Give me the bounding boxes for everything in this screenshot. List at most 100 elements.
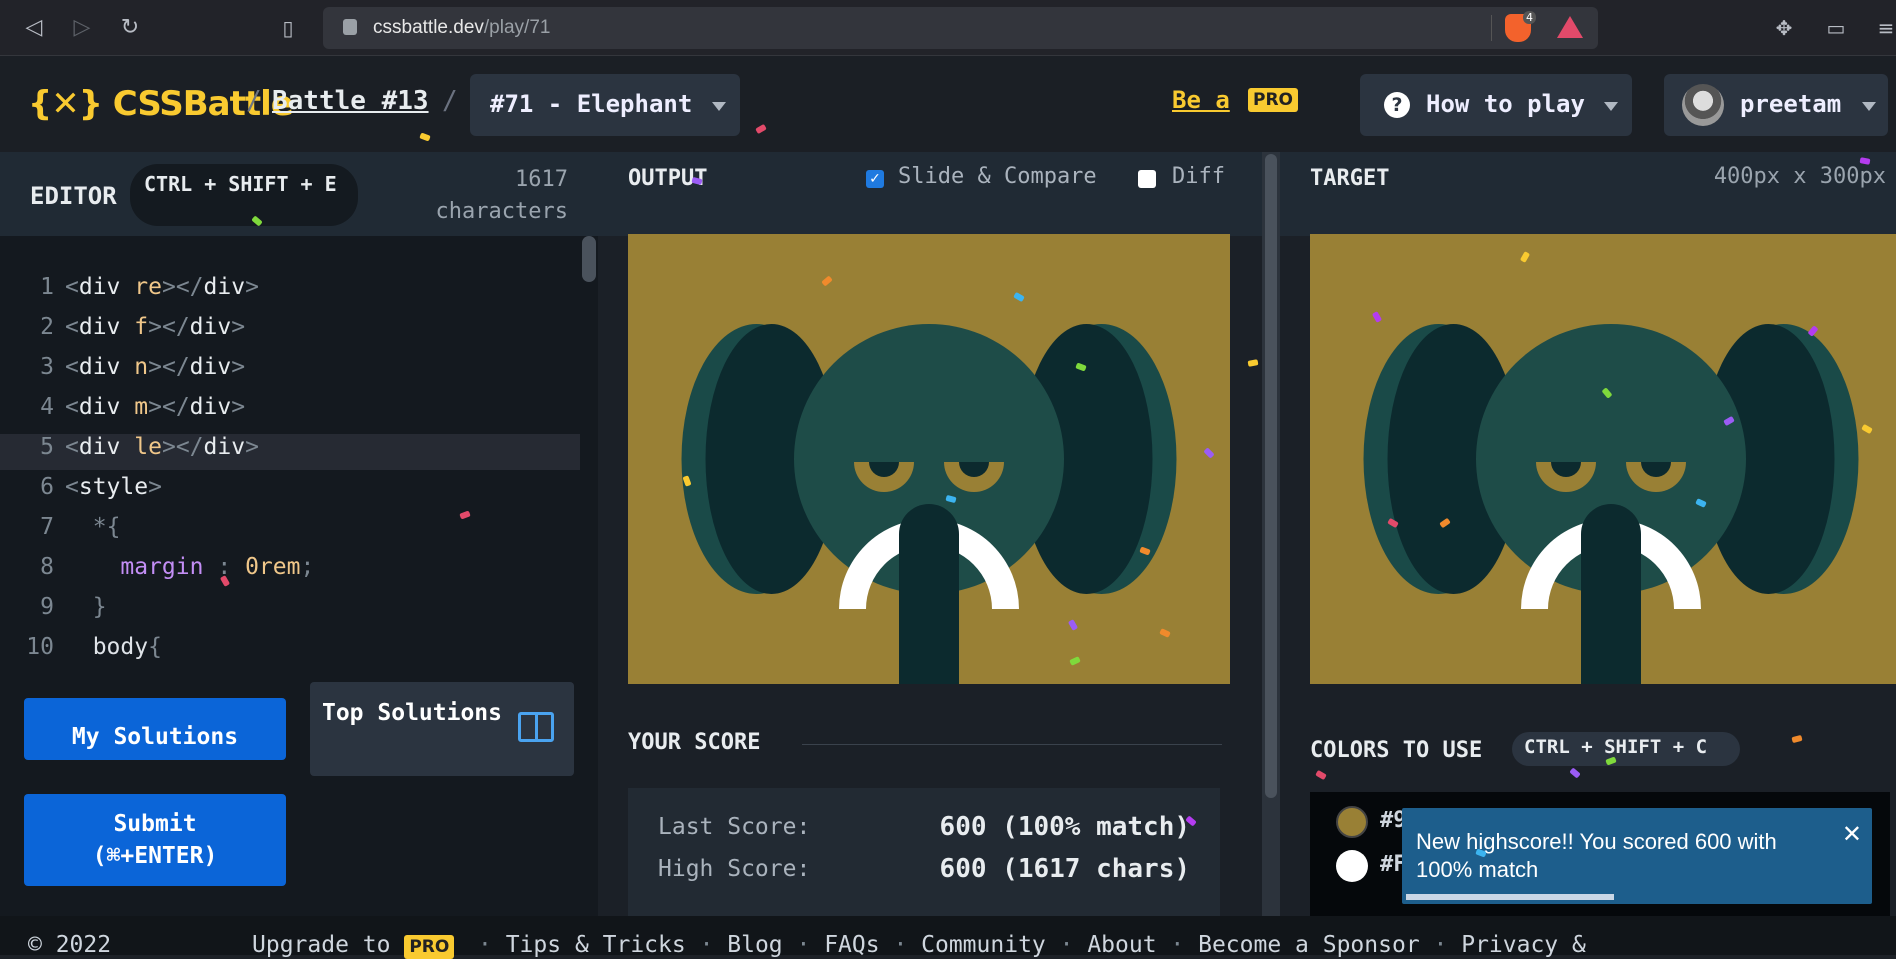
breadcrumb-separator: / [246, 86, 262, 116]
editor-scrollbar[interactable] [582, 236, 596, 282]
username: preetam [1740, 90, 1842, 118]
color-swatch[interactable] [1336, 850, 1368, 882]
line-number: 7 [40, 514, 54, 540]
breadcrumb-separator: / [442, 86, 458, 116]
line-number: 4 [40, 394, 54, 420]
line-number: 9 [40, 594, 54, 620]
slide-compare-checkbox[interactable]: ✓ [866, 170, 884, 188]
line-number: 6 [40, 474, 54, 500]
footer-link[interactable]: About [1087, 932, 1156, 958]
line-number: 1 [40, 274, 54, 300]
line-number: 5 [40, 434, 54, 460]
highscore-toast: New highscore!! You scored 600 with 100%… [1402, 808, 1872, 904]
code-line[interactable]: 10 body{ [0, 634, 580, 670]
editor-shortcut: CTRL + SHIFT + E [144, 172, 337, 196]
score-box: Last Score: 600 (100% match) High Score:… [628, 788, 1220, 928]
footer-separator: · [685, 932, 728, 958]
code-text: <style> [65, 474, 162, 500]
high-score-label: High Score: [658, 856, 811, 882]
elephant-target [1363, 324, 1859, 684]
extensions-icon[interactable]: ✥ [1768, 12, 1800, 44]
how-to-play-button[interactable]: ? How to play [1360, 74, 1632, 136]
code-text: <div m></div> [65, 394, 246, 420]
diff-label[interactable]: Diff [1172, 164, 1225, 189]
book-icon [518, 712, 554, 742]
character-count: 1617 characters [436, 164, 568, 228]
target-dropdown[interactable]: #71 - Elephant [470, 74, 740, 136]
footer-separator: · [1156, 932, 1199, 958]
code-text: body{ [65, 634, 162, 660]
app-header: {✕} CSSBattle / Battle #13 / #71 - Eleph… [0, 56, 1896, 152]
close-icon[interactable]: ✕ [1842, 820, 1862, 848]
target-header: TARGET 400px x 300px [1280, 152, 1896, 236]
my-solutions-button[interactable]: My Solutions [24, 698, 286, 760]
copyright: © 2022 [28, 932, 112, 958]
line-number: 2 [40, 314, 54, 340]
user-menu[interactable]: preetam [1664, 74, 1888, 136]
output-canvas[interactable] [628, 234, 1230, 684]
code-text: <div re></div> [65, 274, 259, 300]
browser-toolbar: ◁ ▷ ↻ ▯ cssbattle.dev/play/71 4 ✥ ▭ ≡ [0, 0, 1896, 56]
high-score-value: 600 (1617 chars) [939, 854, 1190, 884]
footer-link[interactable]: Community [921, 932, 1046, 958]
footer-link[interactable]: FAQs [824, 932, 879, 958]
target-panel: TARGET 400px x 300px COLORS TO USE CTRL … [1280, 152, 1896, 916]
avatar [1682, 84, 1724, 126]
footer-link[interactable]: Tips & Tricks [506, 932, 686, 958]
back-icon[interactable]: ◁ [18, 12, 50, 44]
line-number: 8 [40, 554, 54, 580]
footer-link[interactable]: Become a Sponsor [1198, 932, 1420, 958]
elephant-output [681, 324, 1177, 684]
code-line[interactable]: 3 <div n></div> [0, 354, 580, 390]
be-a-pro-link[interactable]: Be a [1172, 86, 1230, 114]
color-swatch[interactable] [1336, 806, 1368, 838]
target-dropdown-label: #71 - Elephant [490, 90, 693, 118]
lock-icon [343, 19, 357, 35]
footer-separator: · [478, 932, 506, 958]
panel-divider-scrollbar[interactable] [1262, 152, 1280, 916]
code-line[interactable]: 7 *{ [0, 514, 580, 550]
chevron-down-icon [1604, 102, 1618, 111]
code-line[interactable]: 1 <div re></div> [0, 274, 580, 310]
footer-links: · Tips & Tricks · Blog · FAQs · Communit… [478, 932, 1586, 958]
editor-shortcut-pill: CTRL + SHIFT + E [130, 164, 358, 226]
target-dimensions: 400px x 300px [1713, 164, 1886, 189]
menu-icon[interactable]: ≡ [1870, 12, 1896, 44]
diff-checkbox[interactable] [1138, 170, 1156, 188]
forward-icon[interactable]: ▷ [66, 12, 98, 44]
character-count-value: 1617 [515, 167, 568, 192]
character-count-label: characters [435, 199, 568, 224]
line-number: 3 [40, 354, 54, 380]
code-line[interactable]: 9 } [0, 594, 580, 630]
pro-badge: PRO [404, 935, 455, 959]
address-bar[interactable]: cssbattle.dev/play/71 4 [323, 7, 1598, 49]
footer-link[interactable]: Blog [727, 932, 782, 958]
upgrade-label: Upgrade to [252, 932, 391, 958]
submit-button[interactable]: Submit (⌘+ENTER) [24, 794, 286, 886]
footer: © 2022 Upgrade to PRO · Tips & Tricks · … [0, 916, 1896, 959]
code-line[interactable]: 2 <div f></div> [0, 314, 580, 350]
code-line[interactable]: 8 margin : 0rem; [0, 554, 580, 590]
code-text: <div f></div> [65, 314, 246, 340]
slide-compare-label[interactable]: Slide & Compare [898, 164, 1097, 189]
code-line[interactable]: 6 <style> [0, 474, 580, 510]
bookmark-icon[interactable]: ▯ [272, 12, 304, 44]
reload-icon[interactable]: ↻ [114, 12, 146, 44]
code-text: <div le></div> [65, 434, 259, 460]
code-text: <div n></div> [65, 354, 246, 380]
code-line[interactable]: 4 <div m></div> [0, 394, 580, 430]
last-score-label: Last Score: [658, 814, 811, 840]
submit-label: Submit [113, 811, 197, 837]
code-text: margin : 0rem; [120, 554, 315, 580]
target-title: TARGET [1310, 166, 1390, 191]
code-text: } [92, 594, 107, 620]
colors-shortcut: CTRL + SHIFT + C [1524, 736, 1708, 758]
last-score-value: 600 (100% match) [939, 812, 1190, 842]
url-text: cssbattle.dev/play/71 [373, 17, 551, 38]
code-line[interactable]: 5 <div le></div> [0, 434, 580, 470]
footer-link[interactable]: Privacy & [1461, 932, 1586, 958]
wallet-icon[interactable]: ▭ [1820, 12, 1852, 44]
brave-rewards-icon[interactable] [1557, 16, 1583, 38]
shield-count-badge: 4 [1523, 11, 1536, 24]
battle-link[interactable]: Battle #13 [272, 86, 429, 116]
